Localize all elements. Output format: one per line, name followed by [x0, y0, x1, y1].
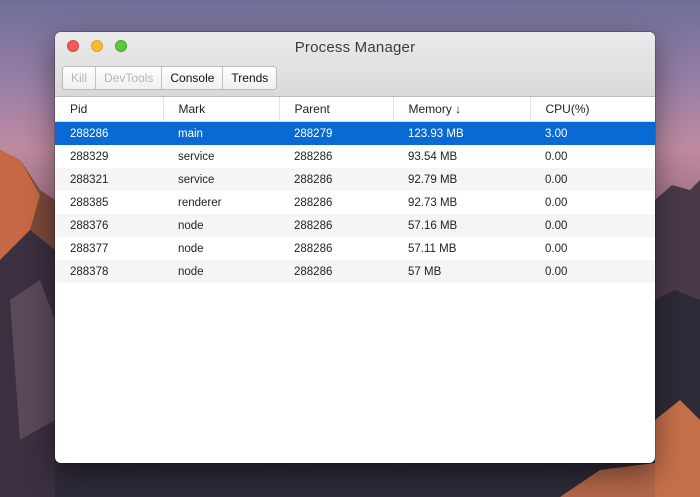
cell-memory: 93.54 MB	[408, 150, 458, 163]
cell-memory: 92.73 MB	[408, 196, 458, 209]
column-header-parent[interactable]: Parent	[279, 97, 394, 122]
column-header-mark[interactable]: Mark	[163, 97, 280, 122]
trends-button[interactable]: Trends	[223, 67, 277, 89]
column-header-pid[interactable]: Pid	[55, 97, 164, 122]
cell-parent: 288286	[279, 214, 393, 237]
cell-mark: renderer	[178, 196, 222, 209]
cell-pid: 288376	[55, 214, 163, 237]
table-header-row: Pid Mark Parent Memory ↓ CPU(%)	[55, 97, 655, 122]
cell-parent: 288286	[279, 168, 393, 191]
cell-parent: 288286	[294, 242, 333, 255]
cell-pid: 288378	[55, 260, 163, 283]
devtools-button[interactable]: DevTools	[96, 67, 163, 89]
cell-mark: node	[163, 214, 279, 237]
cell-parent: 288286	[294, 196, 333, 209]
cell-mark: node	[178, 242, 204, 255]
cell-cpu: 0.00	[545, 196, 568, 209]
title-bar[interactable]: Process Manager	[55, 32, 655, 62]
cell-pid: 288321	[55, 168, 163, 191]
cell-mark: main	[163, 121, 279, 145]
table-row[interactable]: 288321 service 288286 92.79 MB 0.00	[55, 168, 655, 191]
cell-pid: 288385	[70, 196, 109, 209]
console-button[interactable]: Console	[162, 67, 224, 89]
cell-cpu: 0.00	[545, 242, 568, 255]
process-table: Pid Mark Parent Memory ↓ CPU(%) 288286 m…	[55, 97, 655, 283]
table-row[interactable]: 288376 node 288286 57.16 MB 0.00	[55, 214, 655, 237]
cell-parent: 288286	[279, 260, 393, 283]
cell-cpu: 0.00	[545, 150, 568, 163]
cell-cpu: 0.00	[530, 214, 655, 237]
table-row[interactable]: 288378 node 288286 57 MB 0.00	[55, 260, 655, 283]
cell-memory: 123.93 MB	[393, 121, 530, 145]
cell-parent: 288279	[279, 121, 393, 145]
table-row[interactable]: 288286 main 288279 123.93 MB 3.00	[55, 121, 655, 145]
toolbar: Kill DevTools Console Trends	[55, 62, 655, 97]
cell-mark: node	[163, 260, 279, 283]
cell-pid: 288286	[55, 121, 163, 145]
cell-mark: service	[163, 168, 279, 191]
cell-memory: 92.79 MB	[393, 168, 530, 191]
cell-parent: 288286	[294, 150, 333, 163]
cell-cpu: 0.00	[530, 168, 655, 191]
table-row[interactable]: 288377 node 288286 57.11 MB 0.00	[55, 237, 655, 260]
cell-cpu: 3.00	[530, 121, 655, 145]
cell-memory: 57 MB	[393, 260, 530, 283]
cell-cpu: 0.00	[530, 260, 655, 283]
table-row[interactable]: 288385 renderer 288286 92.73 MB 0.00	[55, 191, 655, 214]
cell-memory: 57.16 MB	[393, 214, 530, 237]
cell-pid: 288377	[70, 242, 109, 255]
kill-button[interactable]: Kill	[63, 67, 97, 89]
cell-mark: service	[178, 150, 215, 163]
cell-memory: 57.11 MB	[408, 242, 457, 255]
column-header-memory[interactable]: Memory ↓	[393, 97, 531, 122]
column-header-cpu[interactable]: CPU(%)	[530, 97, 655, 122]
window-title: Process Manager	[294, 39, 416, 56]
cell-pid: 288329	[70, 150, 109, 163]
table-row[interactable]: 288329 service 288286 93.54 MB 0.00	[55, 145, 655, 168]
process-manager-window: Process Manager Kill DevTools Console Tr…	[55, 32, 655, 463]
toolbar-button-group: Kill DevTools Console Trends	[62, 66, 278, 90]
